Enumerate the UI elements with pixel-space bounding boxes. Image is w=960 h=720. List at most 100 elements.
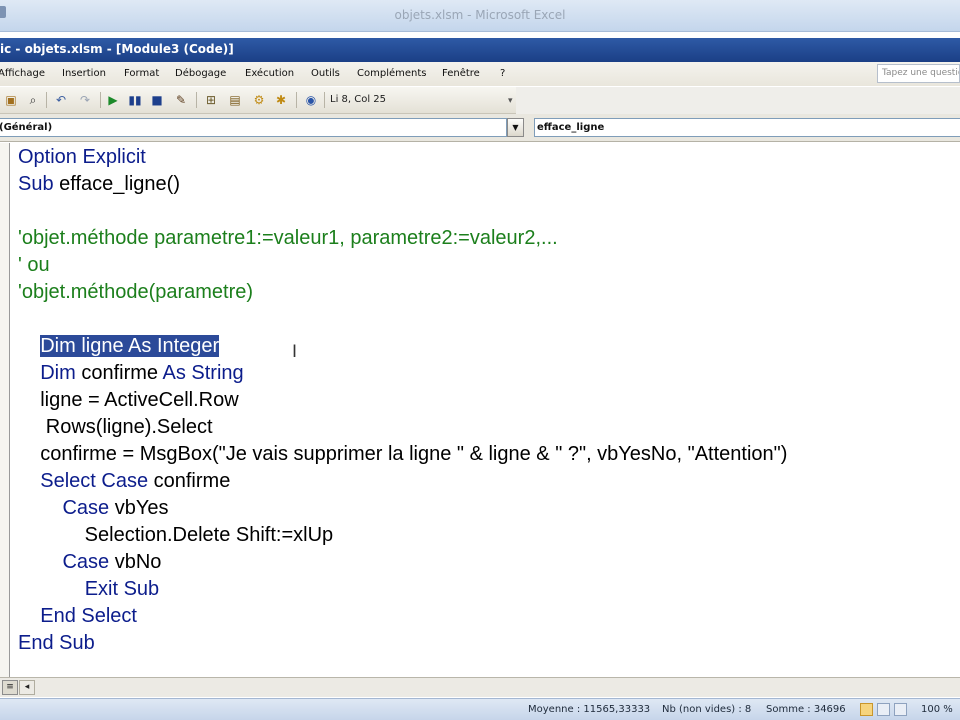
code-line[interactable]: Rows(ligne).Select (18, 414, 213, 440)
code-line[interactable]: Dim confirme As String (18, 360, 244, 386)
normal-view-icon[interactable] (860, 703, 873, 716)
properties-icon[interactable]: ▤ (226, 91, 244, 109)
toolbar-separator (296, 92, 297, 108)
procedure-combo[interactable]: efface_ligne (534, 118, 960, 137)
toolbar-separator (324, 92, 325, 108)
code-line[interactable]: confirme = MsgBox("Je vais supprimer la … (18, 441, 787, 467)
code-line[interactable]: End Select (18, 603, 137, 629)
code-text: vbNo (114, 551, 162, 573)
toolbar-separator (100, 92, 101, 108)
toolbar-separator (196, 92, 197, 108)
code-keyword: Option Explicit (18, 146, 146, 168)
excel-status-bar: Moyenne : 11565,33333 Nb (non vides) : 8… (0, 698, 960, 720)
cursor-position-readout: Li 8, Col 25 (330, 94, 387, 105)
break-icon[interactable]: ▮▮ (126, 91, 144, 109)
paste-icon[interactable]: ▣ (2, 91, 20, 109)
zoom-level[interactable]: 100 % (921, 704, 953, 715)
code-combo-bar: (Général) ▼ efface_ligne (0, 114, 960, 142)
code-keyword: End Select (40, 605, 137, 627)
toolbar-empty-area (516, 87, 960, 114)
code-line[interactable]: Dim ligne As Integer (18, 333, 220, 359)
code-text: Selection.Delete Shift:=xlUp (18, 524, 334, 546)
page-break-view-icon[interactable] (894, 703, 907, 716)
reset-icon[interactable]: ■ (148, 91, 166, 109)
code-margin-indicator-bar[interactable] (0, 143, 10, 677)
excel-window-title: objets.xlsm - Microsoft Excel (394, 8, 566, 22)
status-sum: Somme : 34696 (766, 704, 846, 715)
object-browser-icon[interactable]: ⚙ (250, 91, 268, 109)
code-text: efface_ligne() (59, 173, 180, 195)
code-line[interactable]: Sub efface_ligne() (18, 171, 180, 197)
toolbar-separator (46, 92, 47, 108)
code-line[interactable]: Selection.Delete Shift:=xlUp (18, 522, 333, 548)
code-comment: 'objet.méthode parametre1:=valeur1, para… (18, 227, 558, 249)
page-layout-view-icon[interactable] (877, 703, 890, 716)
menu-complements[interactable]: Compléments (357, 68, 426, 79)
code-line[interactable]: 'objet.méthode(parametre) (18, 279, 253, 305)
code-line[interactable]: 'objet.méthode parametre1:=valeur1, para… (18, 225, 558, 251)
run-icon[interactable]: ▶ (104, 91, 122, 109)
code-line[interactable]: ligne = ActiveCell.Row (18, 387, 239, 413)
menu-debogage[interactable]: Débogage (175, 68, 226, 79)
code-keyword: End Sub (18, 632, 95, 654)
code-comment: 'objet.méthode(parametre) (18, 281, 254, 303)
redo-icon[interactable]: ↷ (76, 91, 94, 109)
code-keyword: Dim (40, 362, 82, 384)
menu-format[interactable]: Format (124, 68, 159, 79)
code-text: ligne = ActiveCell.Row (18, 389, 239, 411)
toolbox-icon[interactable]: ✱ (272, 91, 290, 109)
code-keyword: Select Case (40, 470, 154, 492)
selected-code-text: Dim ligne As Integer (40, 335, 220, 357)
excel-title-bar: objets.xlsm - Microsoft Excel (0, 0, 960, 32)
menu-insertion[interactable]: Insertion (62, 68, 106, 79)
horizontal-scrollbar[interactable]: ≡ ◂ (0, 677, 960, 697)
vbe-title-bar: ic - objets.xlsm - [Module3 (Code)] (0, 38, 960, 62)
code-text: confirme (81, 362, 163, 384)
code-line[interactable]: Exit Sub (18, 576, 159, 602)
standard-toolbar: ▣ ⌕ ↶ ↷ ▶ ▮▮ ■ ✎ ⊞ ▤ ⚙ ✱ ◉ Li 8, Col 25 … (0, 87, 516, 114)
menu-outils[interactable]: Outils (311, 68, 340, 79)
code-line[interactable]: ' ou (18, 252, 50, 278)
design-mode-icon[interactable]: ✎ (172, 91, 190, 109)
menu-affichage[interactable]: Affichage (0, 68, 45, 79)
object-combo[interactable]: (Général) (0, 118, 507, 137)
help-icon[interactable]: ◉ (302, 91, 320, 109)
menu-bar: Affichage Insertion Format Débogage Exéc… (0, 62, 960, 86)
status-count: Nb (non vides) : 8 (662, 704, 752, 715)
project-explorer-icon[interactable]: ⊞ (202, 91, 220, 109)
code-line[interactable]: End Sub (18, 630, 95, 656)
code-keyword: Case (62, 497, 115, 519)
toolbar-options-icon[interactable]: ▾ (508, 96, 513, 106)
code-line[interactable]: Select Case confirme (18, 468, 230, 494)
menu-help[interactable]: ? (500, 68, 505, 79)
code-line[interactable]: Case vbNo (18, 549, 161, 575)
code-line[interactable]: Option Explicit (18, 144, 146, 170)
code-comment: ' ou (18, 254, 50, 276)
object-combo-dropdown-icon[interactable]: ▼ (507, 118, 524, 137)
code-text: vbYes (114, 497, 169, 519)
code-text: confirme = MsgBox("Je vais supprimer la … (18, 443, 788, 465)
undo-icon[interactable]: ↶ (52, 91, 70, 109)
code-line[interactable]: Case vbYes (18, 495, 168, 521)
code-text: Rows(ligne).Select (18, 416, 213, 438)
help-search-input[interactable]: Tapez une question (877, 64, 960, 83)
vbe-window-title: ic - objets.xlsm - [Module3 (Code)] (0, 42, 234, 56)
code-keyword: Exit Sub (84, 578, 160, 600)
menu-execution[interactable]: Exécution (245, 68, 294, 79)
full-module-view-icon[interactable]: ≡ (2, 680, 18, 695)
find-icon[interactable]: ⌕ (24, 91, 42, 109)
text-cursor-icon: I (292, 342, 298, 362)
code-keyword: Sub (18, 173, 60, 195)
code-keyword: As String (162, 362, 244, 384)
status-average: Moyenne : 11565,33333 (528, 704, 651, 715)
menu-fenetre[interactable]: Fenêtre (442, 68, 480, 79)
code-text: confirme (153, 470, 231, 492)
scroll-left-icon[interactable]: ◂ (19, 680, 35, 695)
